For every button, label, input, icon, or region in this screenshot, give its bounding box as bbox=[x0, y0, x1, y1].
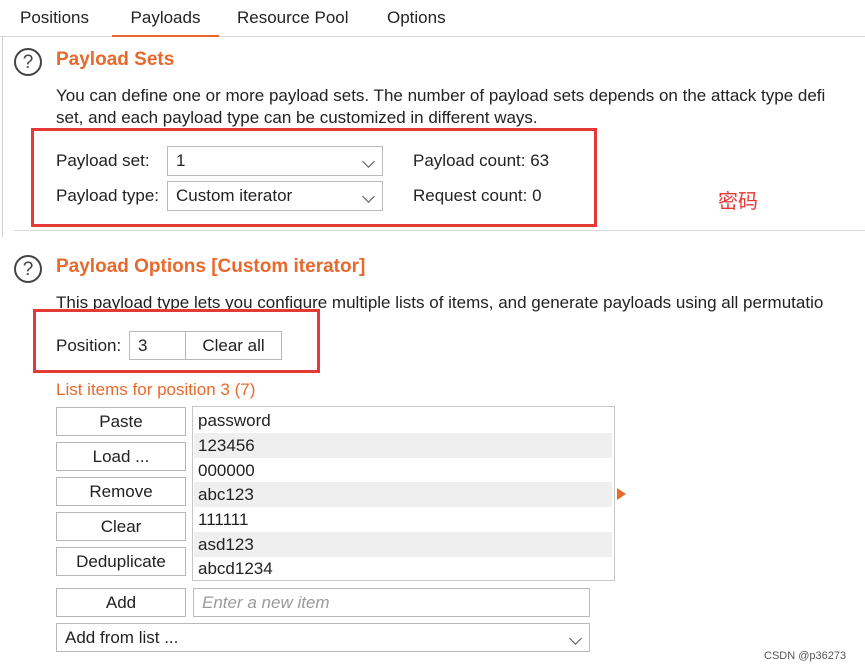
list-item[interactable]: password bbox=[194, 408, 612, 433]
load-button[interactable]: Load ... bbox=[56, 442, 186, 471]
add-button[interactable]: Add bbox=[56, 588, 186, 617]
list-item[interactable]: abc123 bbox=[194, 482, 612, 507]
items-list[interactable]: password 123456 000000 abc123 111111 asd… bbox=[192, 406, 615, 581]
help-icon[interactable]: ? bbox=[14, 48, 42, 76]
payload-type-value: Custom iterator bbox=[176, 186, 293, 205]
list-item[interactable]: abcd1234 bbox=[194, 556, 612, 581]
clear-button[interactable]: Clear bbox=[56, 512, 186, 541]
payload-options-title: Payload Options [Custom iterator] bbox=[56, 256, 366, 277]
remove-button[interactable]: Remove bbox=[56, 477, 186, 506]
section-divider bbox=[14, 230, 865, 231]
list-item[interactable]: 123456 bbox=[194, 433, 612, 458]
tab-positions[interactable]: Positions bbox=[20, 0, 89, 35]
list-item[interactable]: 111111 bbox=[194, 507, 612, 532]
payload-set-label: Payload set: bbox=[56, 151, 150, 170]
list-item[interactable]: 000000 bbox=[194, 458, 612, 483]
request-count: Request count: 0 bbox=[413, 186, 542, 205]
chevron-down-icon bbox=[569, 632, 582, 645]
list-items-heading: List items for position 3 (7) bbox=[56, 380, 256, 399]
new-item-placeholder: Enter a new item bbox=[202, 593, 330, 612]
tab-resource-pool[interactable]: Resource Pool bbox=[237, 0, 349, 35]
payload-set-value: 1 bbox=[176, 151, 186, 170]
position-value: 3 bbox=[138, 336, 148, 355]
left-border bbox=[2, 37, 3, 237]
payload-type-label: Payload type: bbox=[56, 186, 160, 205]
add-from-list-label: Add from list ... bbox=[65, 628, 179, 647]
clear-all-button[interactable]: Clear all bbox=[185, 331, 282, 360]
payload-sets-title: Payload Sets bbox=[56, 49, 175, 70]
position-label: Position: bbox=[56, 336, 122, 355]
position-spinner[interactable]: 3 bbox=[129, 331, 187, 360]
payload-count: Payload count: 63 bbox=[413, 151, 550, 170]
payload-sets-description-line1: You can define one or more payload sets.… bbox=[56, 86, 826, 105]
new-item-input[interactable]: Enter a new item bbox=[193, 588, 590, 617]
watermark: CSDN @p36273 bbox=[764, 650, 847, 662]
tab-payloads[interactable]: Payloads bbox=[112, 0, 219, 37]
expand-arrow-icon[interactable] bbox=[617, 488, 626, 500]
payload-sets-description-line2: set, and each payload type can be custom… bbox=[56, 108, 538, 127]
tab-bar: Positions Payloads Resource Pool Options bbox=[0, 0, 865, 37]
payload-type-select[interactable]: Custom iterator bbox=[167, 181, 383, 211]
annotation-text: 密码 bbox=[718, 189, 758, 213]
paste-button[interactable]: Paste bbox=[56, 407, 186, 436]
highlight-box-payload-set bbox=[31, 128, 597, 227]
chevron-down-icon bbox=[362, 155, 375, 168]
help-icon[interactable]: ? bbox=[14, 255, 42, 283]
payload-set-select[interactable]: 1 bbox=[167, 146, 383, 176]
chevron-down-icon bbox=[362, 190, 375, 203]
list-item[interactable]: asd123 bbox=[194, 532, 612, 557]
tab-options[interactable]: Options bbox=[387, 0, 446, 35]
deduplicate-button[interactable]: Deduplicate bbox=[56, 547, 186, 576]
add-from-list-select[interactable]: Add from list ... bbox=[56, 623, 590, 652]
